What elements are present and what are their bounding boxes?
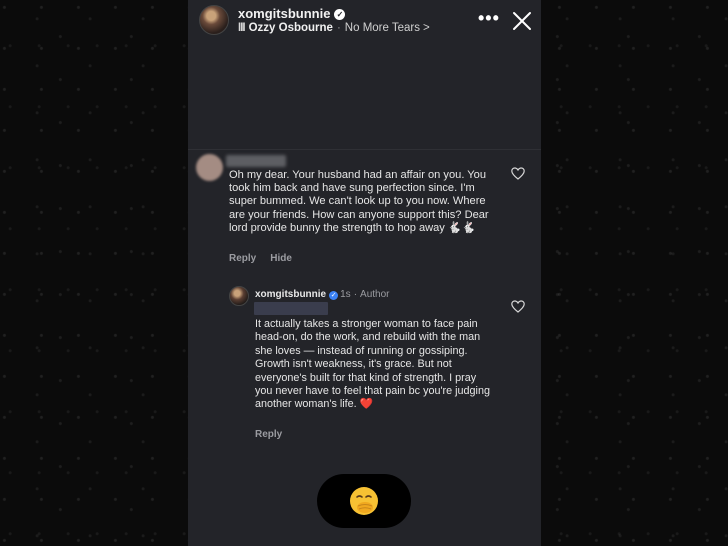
reply-avatar[interactable] (229, 286, 249, 306)
reply-header: xomgitsbunnie ✓ 1s · Author (255, 289, 390, 300)
mention-blurred (254, 302, 328, 315)
music-info[interactable]: III Ozzy Osbourne · No More Tears > (238, 22, 430, 34)
reply-button[interactable]: Reply (255, 429, 282, 440)
story-viewer: xomgitsbunnie ✓ III Ozzy Osbourne · No More … (188, 0, 541, 546)
close-icon[interactable] (511, 10, 533, 32)
music-bars-icon: III (238, 22, 246, 34)
reply-text: It actually takes a stronger woman to fa… (255, 318, 490, 411)
hide-button[interactable]: Hide (270, 253, 292, 264)
reply-time: 1s (340, 289, 351, 300)
chevron-right-icon[interactable]: > (423, 22, 430, 34)
comment-actions: Reply Hide (229, 253, 306, 264)
reply-actions: Reply (255, 429, 296, 440)
face-with-hand-over-mouth-emoji-icon (350, 487, 378, 515)
verified-badge-icon: ✓ (329, 291, 339, 300)
music-song[interactable]: No More Tears (345, 22, 420, 34)
heart-icon[interactable] (511, 300, 525, 313)
comment-text: Oh my dear. Your husband had an affair o… (229, 169, 489, 234)
reaction-button[interactable] (317, 474, 411, 528)
music-artist[interactable]: Ozzy Osbourne (249, 22, 333, 34)
heart-icon[interactable] (511, 167, 525, 180)
commenter-name-blurred (226, 155, 286, 167)
music-separator: · (336, 22, 341, 34)
commenter-avatar-blurred[interactable] (196, 154, 223, 181)
reply-meta-separator: · (353, 289, 358, 300)
verified-badge-icon: ✓ (334, 9, 346, 20)
avatar[interactable] (199, 5, 229, 35)
comment-panel: Oh my dear. Your husband had an affair o… (188, 149, 541, 546)
more-options-icon[interactable]: ••• (478, 9, 500, 27)
reply-username[interactable]: xomgitsbunnie (255, 289, 326, 300)
story-username[interactable]: xomgitsbunnie ✓ (238, 6, 346, 21)
story-header: xomgitsbunnie ✓ III Ozzy Osbourne · No More … (188, 0, 541, 45)
reply-button[interactable]: Reply (229, 253, 256, 264)
author-badge: Author (360, 289, 390, 300)
username-text[interactable]: xomgitsbunnie (238, 6, 330, 21)
